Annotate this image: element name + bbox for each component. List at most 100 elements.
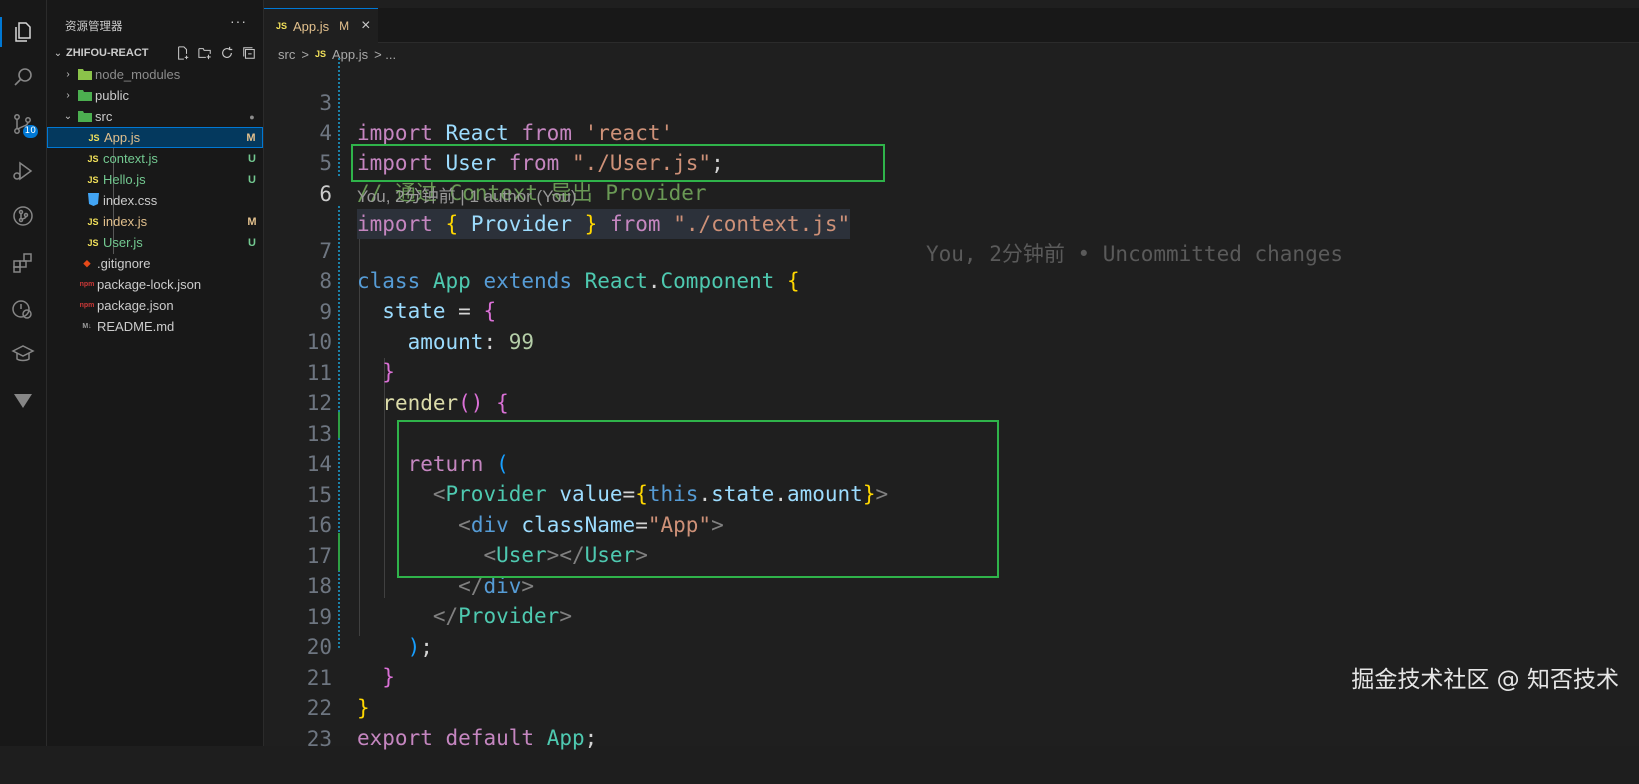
tree-item-context-js[interactable]: JS context.js U: [47, 148, 263, 169]
tree-item-label: Hello.js: [103, 172, 146, 187]
highlight-box-provider: [397, 420, 999, 578]
code-line-9: 9 amount: 99: [264, 267, 534, 354]
code-line-8: 8 state = {: [264, 236, 496, 323]
tree-item-package-json[interactable]: npm package.json: [47, 295, 263, 316]
watermark: 掘金技术社区 @ 知否技术: [1351, 667, 1619, 693]
markdown-icon: M↓: [82, 323, 92, 330]
chevron-down-icon: ⌄: [63, 111, 73, 122]
extensions-icon[interactable]: [8, 248, 38, 278]
project-name: ZHIFOU-REACT: [66, 47, 149, 59]
javascript-icon: JS: [87, 153, 99, 164]
git-status-untracked: U: [248, 173, 256, 186]
activity-bar: 10: [0, 0, 47, 746]
tree-item-label: context.js: [103, 151, 158, 166]
tree-item-readme[interactable]: M↓ README.md: [47, 316, 263, 337]
git-blame-annotation: You, 2分钟前 • Uncommitted changes: [926, 242, 1344, 266]
tab-label: App.js: [293, 18, 330, 34]
tree-item-label: package-lock.json: [97, 277, 202, 292]
explorer-actions: [175, 45, 257, 61]
collapse-all-icon[interactable]: [241, 45, 257, 61]
search-icon[interactable]: [8, 62, 38, 92]
chevron-down-icon: ⌄: [53, 47, 63, 59]
line-number: 6: [319, 182, 332, 206]
tree-item-app-js[interactable]: JS App.js M: [47, 127, 263, 148]
git-status-untracked: U: [248, 236, 256, 249]
tree-item-label: index.js: [103, 214, 148, 229]
tree-item-src[interactable]: ⌄ src ●: [47, 106, 263, 127]
javascript-icon: JS: [88, 132, 100, 143]
code-line-11: 11 render() {: [264, 328, 509, 415]
tree-item-label: index.css: [103, 193, 158, 208]
tree-item-public[interactable]: › public: [47, 85, 263, 106]
tree-item-index-js[interactable]: JS index.js M: [47, 211, 263, 232]
tree-item-node-modules[interactable]: › node_modules: [47, 64, 263, 85]
code-line-3: 3 import React from 'react': [264, 58, 673, 145]
code-line-23: 23: [264, 694, 340, 751]
modified-dot: ●: [249, 111, 255, 122]
code-line-17: 17 </div>: [264, 511, 534, 598]
code-line-18: 18 </Provider>: [264, 541, 572, 628]
tree-item-label: public: [95, 88, 129, 103]
css-icon: [83, 193, 103, 208]
tree-item-label: package.json: [97, 298, 174, 313]
code-line-20: 20 }: [264, 602, 395, 689]
run-debug-icon[interactable]: [8, 156, 38, 186]
code-line-5: 5 // 通过 Context 导出 Provider: [264, 118, 706, 205]
tasks-icon[interactable]: [8, 385, 38, 415]
learn-icon[interactable]: [8, 339, 38, 369]
javascript-icon: JS: [87, 216, 99, 227]
more-actions-icon[interactable]: ···: [230, 13, 247, 29]
tree-item-package-lock[interactable]: npm package-lock.json: [47, 274, 263, 295]
source-control-badge: 10: [22, 125, 38, 138]
new-folder-icon[interactable]: [197, 45, 213, 61]
explorer-sidebar: 资源管理器 ··· ⌄ ZHIFOU-REACT › node_modules …: [47, 0, 264, 746]
javascript-icon: JS: [87, 174, 99, 185]
breadcrumb-tail[interactable]: > ...: [374, 47, 396, 62]
codelens-authors[interactable]: You, 2分钟前 | 1 author (You): [357, 182, 577, 207]
tree-item-label: User.js: [103, 235, 143, 250]
chevron-right-icon: ›: [66, 69, 70, 80]
tree-item-index-css[interactable]: index.css: [47, 190, 263, 211]
code-line-15: 15 <div className="App">: [264, 450, 724, 537]
tree-item-label: App.js: [104, 130, 141, 145]
new-file-icon[interactable]: [175, 45, 191, 61]
folder-src-icon: [75, 110, 95, 124]
explorer-title: 资源管理器: [65, 21, 123, 33]
editor-area: JS App.js M × src > JS App.js > ... 3 im…: [264, 0, 1639, 751]
npm-icon: npm: [79, 281, 95, 288]
highlight-box-import: [351, 144, 885, 182]
files-icon[interactable]: [0, 17, 38, 47]
code-line-21: 21 }: [264, 633, 370, 720]
line-number: 23: [306, 727, 332, 751]
code-line-13: 13 return (: [264, 389, 509, 476]
git-graph-icon[interactable]: [8, 201, 38, 231]
tree-item-user-js[interactable]: JS User.js U: [47, 232, 263, 253]
tab-modified-mark: M: [339, 19, 350, 33]
code-line-14: 14 <Provider value={this.state.amount}>: [264, 419, 888, 506]
code-line-6: 6 import { Provider } from "./context.js…: [264, 149, 1343, 266]
code-line-7: 7 class App extends React.Component {: [264, 206, 799, 293]
tree-item-gitignore[interactable]: ◆ .gitignore: [47, 253, 263, 274]
remote-explorer-icon[interactable]: [8, 294, 38, 324]
git-icon: ◆: [83, 258, 91, 268]
tree-item-label: .gitignore: [97, 256, 151, 271]
tab-app-js[interactable]: JS App.js M ×: [264, 8, 378, 43]
javascript-icon: JS: [276, 21, 288, 31]
refresh-icon[interactable]: [219, 45, 235, 61]
git-status-untracked: U: [248, 152, 256, 165]
javascript-icon: JS: [87, 237, 99, 248]
code-line-4: 4 import User from "./User.js";: [264, 88, 723, 175]
folder-public-icon: [75, 89, 95, 103]
chevron-right-icon: ›: [66, 90, 70, 101]
git-status-modified: M: [246, 131, 256, 144]
tab-bar: JS App.js M ×: [264, 8, 1639, 43]
folder-node-icon: [75, 68, 95, 82]
close-icon[interactable]: ×: [361, 17, 370, 35]
code-line-19: 19 );: [264, 572, 433, 659]
code-line-22: 22 export default App;: [264, 663, 598, 750]
source-control-icon[interactable]: 10: [8, 109, 38, 139]
git-status-modified: M: [247, 215, 257, 228]
code-line-12: 12: [264, 358, 340, 415]
tree-item-hello-js[interactable]: JS Hello.js U: [47, 169, 263, 190]
tree-item-label: node_modules: [95, 67, 181, 82]
